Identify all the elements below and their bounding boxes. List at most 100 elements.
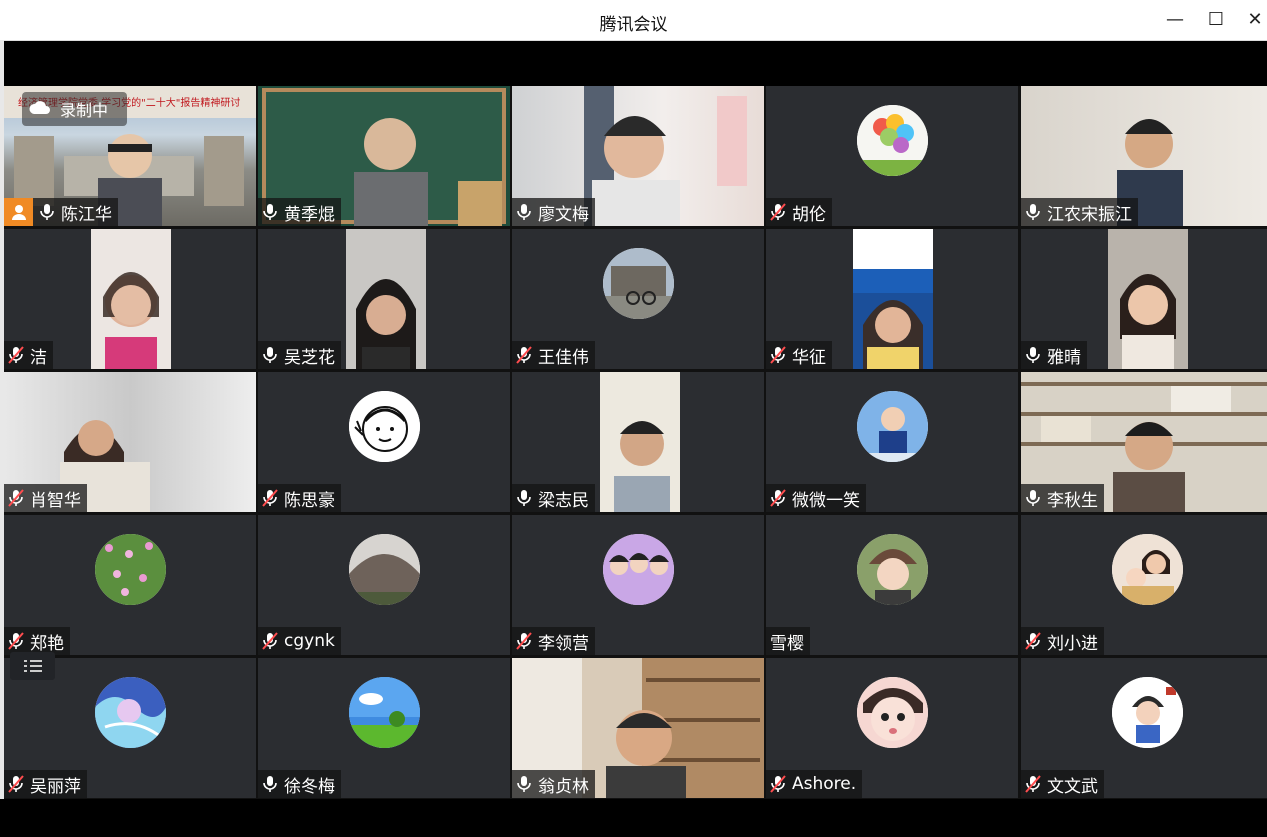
participant-tile-wenwenwu[interactable]: 文文武 <box>1021 658 1267 798</box>
minimize-button[interactable]: — <box>1163 8 1187 32</box>
avatar <box>603 534 674 605</box>
participant-tile-liqiusheng[interactable]: 李秋生 <box>1021 372 1267 512</box>
nameplate: 刘小进 <box>1021 627 1104 655</box>
mic-on-icon <box>517 490 531 506</box>
participant-name: 胡伦 <box>792 204 826 225</box>
recording-label: 录制中 <box>60 101 109 120</box>
cloud-icon <box>29 101 50 114</box>
participant-tile-xiaozhihua[interactable]: 肖智华 <box>4 372 256 512</box>
recording-indicator[interactable]: 录制中 <box>22 92 127 126</box>
nameplate: Ashore. <box>766 770 863 798</box>
mic-muted-icon <box>8 346 24 364</box>
avatar <box>349 391 420 462</box>
close-button[interactable]: ✕ <box>1243 8 1267 32</box>
mic-on-icon <box>263 776 277 792</box>
maximize-button[interactable]: ☐ <box>1204 8 1228 32</box>
participant-tile-xudongmei[interactable]: 徐冬梅 <box>258 658 510 798</box>
nameplate: 微微一笑 <box>766 484 866 512</box>
participant-tile-wengzhenlin[interactable]: 翁贞林 <box>512 658 764 798</box>
nameplate: 文文武 <box>1021 770 1104 798</box>
nameplate: 洁 <box>4 341 53 369</box>
avatar <box>857 677 928 748</box>
mic-muted-icon <box>770 775 786 793</box>
participant-tile-chenjianghua[interactable]: 经济管理学院党委 学习党的"二十大"报告精神研讨 录制中 陈江华 <box>4 86 256 226</box>
participant-tile-wangjiawei[interactable]: 王佳伟 <box>512 229 764 369</box>
participant-list-button[interactable] <box>10 652 55 680</box>
mic-muted-icon <box>770 203 786 221</box>
mic-muted-icon <box>516 632 532 650</box>
avatar <box>857 534 928 605</box>
participant-name: 微微一笑 <box>792 490 860 511</box>
mic-muted-icon <box>1025 632 1041 650</box>
mic-on-icon <box>517 776 531 792</box>
nameplate: 胡伦 <box>766 198 832 226</box>
mic-muted-icon <box>8 775 24 793</box>
nameplate: 肖智华 <box>4 484 87 512</box>
nameplate: 梁志民 <box>512 484 595 512</box>
mic-muted-icon <box>8 632 24 650</box>
mic-on-icon <box>40 204 54 220</box>
window-title: 腾讯会议 <box>599 15 668 35</box>
nameplate: 雪樱 <box>766 627 810 655</box>
participant-name: 徐冬梅 <box>284 776 335 797</box>
participant-tile-lilingying[interactable]: 李领营 <box>512 515 764 655</box>
avatar <box>1112 677 1183 748</box>
video-feed <box>91 229 171 369</box>
avatar <box>857 391 928 462</box>
nameplate: 华征 <box>766 341 832 369</box>
participant-tile-songzhenjiang[interactable]: 江农宋振江 <box>1021 86 1267 226</box>
nameplate: 江农宋振江 <box>1021 198 1138 226</box>
mic-on-icon <box>1026 490 1040 506</box>
avatar <box>95 677 166 748</box>
participant-tile-liaowenmei[interactable]: 廖文梅 <box>512 86 764 226</box>
avatar <box>349 534 420 605</box>
top-toolbar <box>0 41 1267 86</box>
participant-name: 洁 <box>30 347 47 368</box>
participant-name: 刘小进 <box>1047 633 1098 654</box>
mic-muted-icon <box>8 489 24 507</box>
participant-tile-jie[interactable]: 洁 <box>4 229 256 369</box>
video-feed <box>346 229 426 369</box>
participant-tile-hulun[interactable]: 胡伦 <box>766 86 1018 226</box>
participant-tile-yaqing[interactable]: 雅晴 <box>1021 229 1267 369</box>
mic-muted-icon <box>262 489 278 507</box>
nameplate: 李领营 <box>512 627 595 655</box>
list-icon <box>24 660 42 672</box>
participant-name: 华征 <box>792 347 826 368</box>
participant-tile-liangzhimin[interactable]: 梁志民 <box>512 372 764 512</box>
mic-muted-icon <box>262 632 278 650</box>
participant-name: 文文武 <box>1047 776 1098 797</box>
video-feed <box>600 372 680 512</box>
participant-tile-ashore[interactable]: Ashore. <box>766 658 1018 798</box>
participant-name: 吴芝花 <box>284 347 335 368</box>
title-bar: 腾讯会议 — ☐ ✕ <box>0 0 1267 41</box>
participant-tile-huangjikun[interactable]: 黄季焜 <box>258 86 510 226</box>
nameplate: 翁贞林 <box>512 770 595 798</box>
participant-name: 黄季焜 <box>284 204 335 225</box>
participant-name: 陈江华 <box>61 204 112 225</box>
participant-name: cgynk <box>284 631 335 651</box>
participant-tile-xueying[interactable]: 雪樱 <box>766 515 1018 655</box>
participant-tile-chensihao[interactable]: 陈思豪 <box>258 372 510 512</box>
participant-tile-zhengyan[interactable]: 郑艳 <box>4 515 256 655</box>
participant-tile-weiweiyixiao[interactable]: 微微一笑 <box>766 372 1018 512</box>
participant-name: 李秋生 <box>1047 490 1098 511</box>
nameplate: 黄季焜 <box>258 198 341 226</box>
avatar <box>95 534 166 605</box>
video-feed <box>853 229 933 369</box>
video-grid: 经济管理学院党委 学习党的"二十大"报告精神研讨 录制中 陈江华 黄季焜 廖文梅… <box>4 86 1267 799</box>
nameplate: 雅晴 <box>1021 341 1087 369</box>
avatar <box>603 248 674 319</box>
participant-tile-liuxiaojin[interactable]: 刘小进 <box>1021 515 1267 655</box>
participant-tile-huazheng[interactable]: 华征 <box>766 229 1018 369</box>
participant-tile-cgynk[interactable]: cgynk <box>258 515 510 655</box>
participant-name: 王佳伟 <box>538 347 589 368</box>
avatar <box>349 677 420 748</box>
participant-name: 雪樱 <box>770 633 804 654</box>
participant-name: Ashore. <box>792 774 857 794</box>
participant-tile-wuzhihua[interactable]: 吴芝花 <box>258 229 510 369</box>
nameplate: 李秋生 <box>1021 484 1104 512</box>
nameplate: 郑艳 <box>4 627 70 655</box>
participant-name: 雅晴 <box>1047 347 1081 368</box>
mic-muted-icon <box>1025 775 1041 793</box>
